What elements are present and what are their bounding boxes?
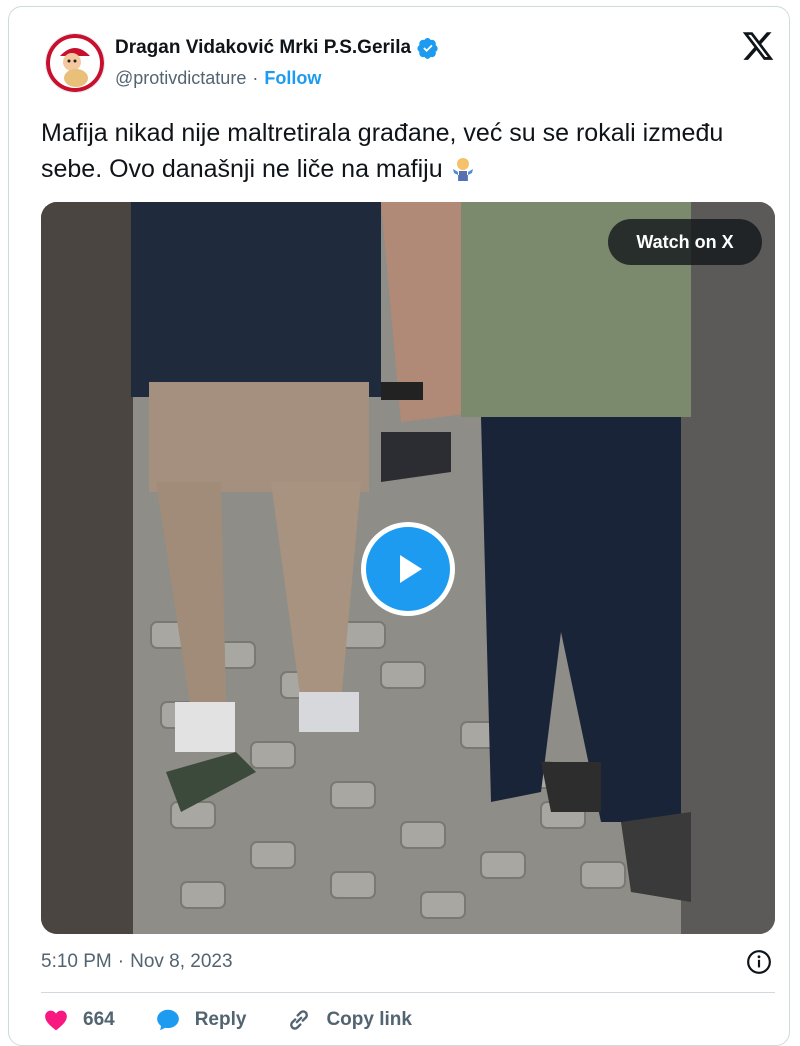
author-handle[interactable]: @protivdictature — [115, 68, 246, 89]
tweet-text: Mafija nikad nije maltretirala građane, … — [41, 119, 724, 183]
link-icon — [290, 1010, 309, 1030]
separator-dot: · — [117, 951, 125, 972]
copy-link-button[interactable]: Copy link — [286, 1007, 412, 1033]
tweet-text-block: Mafija nikad nije maltretirala građane, … — [41, 115, 761, 187]
copy-link-label: Copy link — [326, 1009, 412, 1030]
watch-on-x-button[interactable]: Watch on X — [608, 219, 762, 265]
reply-button[interactable]: Reply — [155, 1007, 247, 1033]
reply-bubble-icon — [156, 1009, 179, 1031]
reply-label: Reply — [194, 1009, 247, 1030]
man-shrugging-emoji-icon — [452, 158, 473, 181]
video-player[interactable]: Watch on X — [41, 202, 775, 934]
avatar[interactable] — [45, 33, 105, 93]
separator-dot: · — [252, 68, 259, 88]
verified-badge-icon — [417, 38, 438, 59]
heart-icon — [45, 1010, 67, 1031]
action-bar: 664 Reply Copy link — [43, 1007, 452, 1033]
play-button[interactable] — [361, 522, 455, 616]
author-name[interactable]: Dragan Vidaković Mrki P.S.Gerila — [115, 37, 411, 59]
like-button[interactable]: 664 — [43, 1007, 115, 1033]
info-icon[interactable] — [746, 949, 772, 975]
x-logo-icon[interactable] — [741, 29, 775, 63]
like-count: 664 — [83, 1009, 115, 1030]
play-icon — [400, 555, 422, 583]
tweet-timestamp[interactable]: 5:10 PM · Nov 8, 2023 — [41, 951, 233, 973]
follow-button[interactable]: Follow — [264, 68, 321, 89]
tweet-time: 5:10 PM — [41, 951, 112, 972]
divider — [41, 992, 775, 993]
tweet-card: Dragan Vidaković Mrki P.S.Gerila @protiv… — [8, 6, 790, 1046]
tweet-date: Nov 8, 2023 — [130, 951, 233, 972]
